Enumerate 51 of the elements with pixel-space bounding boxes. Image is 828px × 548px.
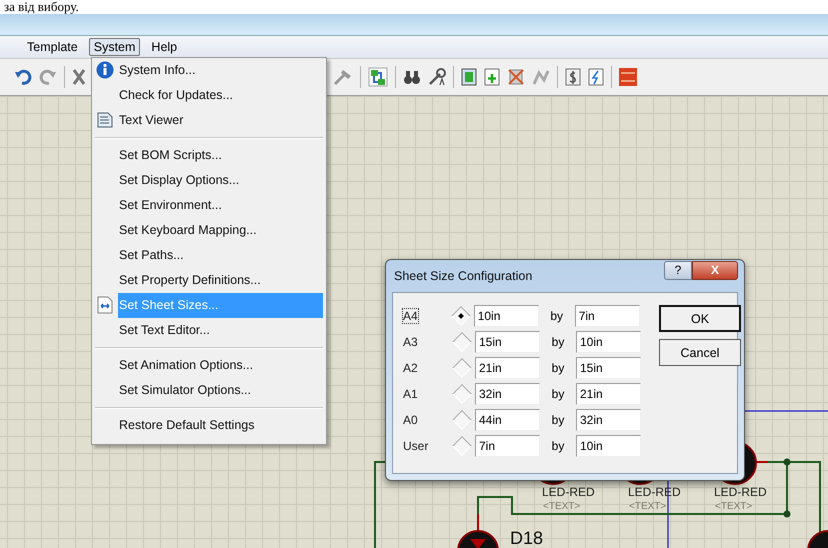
width-field[interactable]: 7in	[475, 435, 540, 457]
size-label: A1	[403, 387, 419, 401]
by-label: by	[550, 439, 566, 453]
part-value-label: LED-RED	[542, 485, 595, 499]
part-designator: D18	[510, 528, 544, 548]
part-text-label: <TEXT>	[629, 501, 666, 512]
menu-item[interactable]: Set Paths...	[118, 243, 323, 268]
height-field[interactable]: 15in	[576, 357, 641, 379]
by-label: by	[549, 309, 564, 323]
height-field[interactable]: 32in	[576, 409, 641, 431]
menu-item[interactable]: Set Simulator Options...	[118, 378, 323, 403]
size-label: A2	[403, 361, 419, 375]
by-label: by	[550, 413, 566, 427]
size-label: A0	[403, 413, 419, 427]
size-label: A4	[403, 309, 418, 323]
width-field[interactable]: 15in	[475, 331, 540, 353]
help-button[interactable]: ?	[664, 260, 692, 280]
menu-item[interactable]: System	[88, 38, 140, 56]
menu-item[interactable]: Set Environment...	[118, 193, 323, 218]
menu-item[interactable]: Help	[146, 38, 182, 56]
menu-item[interactable]: Set Animation Options...	[118, 353, 323, 378]
menu-item[interactable]: Set Display Options...	[118, 168, 323, 193]
menu-item[interactable]: Set Text Editor...	[118, 318, 323, 343]
menu-item[interactable]: Set Keyboard Mapping...	[118, 218, 323, 243]
menu-item[interactable]: System Info...	[118, 58, 323, 83]
menu-item[interactable]: Template	[22, 38, 83, 56]
dialog-button[interactable]: OK	[659, 305, 741, 332]
size-label: User	[403, 439, 430, 453]
width-field[interactable]: 10in	[474, 305, 539, 327]
by-label: by	[550, 387, 566, 401]
part-value-label: LED-RED	[714, 485, 767, 499]
width-field[interactable]: 21in	[475, 357, 540, 379]
menu-item[interactable]: Set Property Definitions...	[118, 268, 323, 293]
height-field[interactable]: 21in	[576, 383, 641, 405]
part-text-label: <TEXT>	[715, 501, 752, 512]
height-field[interactable]: 10in	[576, 331, 641, 353]
height-field[interactable]: 10in	[576, 435, 641, 457]
menu-item[interactable]: Check for Updates...	[118, 83, 323, 108]
part-text-label: <TEXT>	[543, 501, 580, 512]
by-label: by	[550, 335, 566, 349]
height-field[interactable]: 7in	[574, 305, 640, 327]
dialog-button[interactable]: Cancel	[659, 339, 741, 366]
menu-item[interactable]: Set BOM Scripts...	[118, 143, 323, 168]
width-field[interactable]: 32in	[475, 383, 540, 405]
document-text: за від вибору.	[3, 0, 79, 14]
width-field[interactable]: 44in	[475, 409, 540, 431]
size-label: A3	[403, 335, 419, 349]
dialog-title: Sheet Size Configuration	[393, 269, 534, 283]
by-label: by	[550, 361, 566, 375]
menu-item[interactable]: Text Viewer	[118, 108, 323, 133]
menu-item[interactable]: Restore Default Settings	[118, 413, 323, 438]
